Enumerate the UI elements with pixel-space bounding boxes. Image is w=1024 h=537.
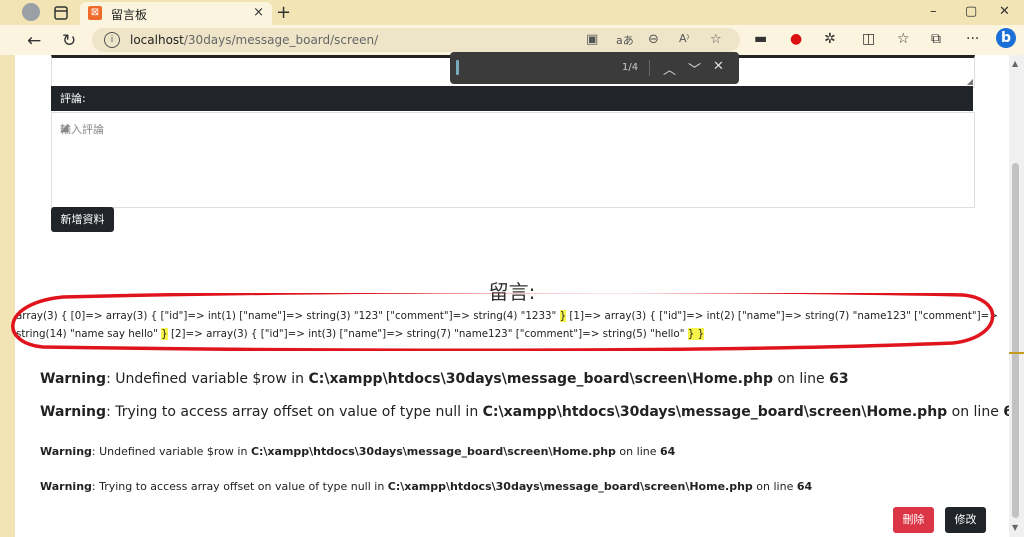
dump-text: [2]=> array(3) { ["id"]=> int(3) ["name"…: [167, 328, 688, 340]
find-divider: [649, 60, 650, 76]
warning-message: : Trying to access array offset on value…: [106, 404, 483, 420]
site-info-icon[interactable]: i: [104, 32, 120, 48]
url-host: localhost: [130, 33, 184, 47]
zoom-icon[interactable]: ⊖: [648, 32, 659, 47]
var-dump-output: array(3) { [0]=> array(3) { ["id"]=> int…: [16, 307, 1006, 343]
close-window-button[interactable]: ✕: [999, 4, 1010, 19]
profile-avatar[interactable]: [22, 3, 40, 21]
translate-icon[interactable]: aあ: [616, 32, 634, 48]
warning-label: Warning: [40, 404, 107, 420]
xampp-favicon-icon: ⊠: [88, 6, 102, 20]
find-match-count: 1/4: [622, 62, 639, 73]
warning-line-text: on line: [615, 445, 660, 458]
find-match-marker: [1009, 352, 1024, 354]
warning-message: : Undefined variable $row in: [106, 371, 309, 387]
scroll-down-icon[interactable]: ▼: [1012, 523, 1018, 532]
warning-message: : Undefined variable $row in: [91, 445, 251, 458]
warning-line-text: on line: [947, 404, 1004, 420]
extension-icon[interactable]: ▬: [754, 31, 767, 47]
add-data-button[interactable]: 新增資料: [51, 207, 114, 232]
page-scrollbar[interactable]: ▲ ▼: [1009, 55, 1024, 537]
back-arrow-icon[interactable]: ←: [27, 31, 41, 51]
find-previous-icon[interactable]: ︿: [663, 59, 676, 78]
warning-line-text: on line: [773, 371, 830, 387]
url-text[interactable]: localhost/30days/message_board/screen/: [130, 33, 378, 47]
more-menu-icon[interactable]: ···: [966, 31, 979, 47]
scroll-up-icon[interactable]: ▲: [1012, 59, 1018, 68]
find-highlight: } }: [687, 328, 705, 340]
warning-file: C:\xampp\htdocs\30days\message_board\scr…: [482, 404, 948, 420]
comment-label: 評論:: [51, 86, 973, 111]
warning-label: Warning: [40, 445, 92, 458]
warning-file: C:\xampp\htdocs\30days\message_board\scr…: [308, 371, 774, 387]
warning-file: C:\xampp\htdocs\30days\message_board\scr…: [250, 445, 616, 458]
page-content: ◢ 評論: 輸入評論 ◢ 新增資料 留言: array(3) { [0]=> a…: [15, 55, 1009, 537]
warning-label: Warning: [40, 480, 92, 493]
collections-icon[interactable]: ⧉: [931, 31, 941, 47]
title-bar: ⊠ 留言板 × + – ▢ ✕: [0, 0, 1024, 25]
resize-grip-icon[interactable]: ◢: [60, 121, 973, 206]
address-toolbar: ← ↻ i localhost/30days/message_board/scr…: [0, 25, 1024, 55]
warning-line: 64: [796, 480, 813, 493]
read-aloud-icon[interactable]: A⁾: [679, 32, 689, 45]
new-tab-button[interactable]: +: [276, 2, 291, 23]
scrollbar-thumb[interactable]: [1012, 163, 1019, 518]
warning-label: Warning: [40, 371, 107, 387]
find-close-icon[interactable]: ✕: [713, 59, 724, 74]
maximize-button[interactable]: ▢: [965, 4, 977, 19]
minimize-button[interactable]: –: [930, 4, 937, 19]
refresh-icon[interactable]: ↻: [62, 31, 76, 51]
warning-line: 64: [659, 445, 676, 458]
app-available-icon[interactable]: ▣: [586, 32, 598, 47]
favorites-icon[interactable]: ☆: [897, 31, 910, 47]
warning-line-text: on line: [752, 480, 797, 493]
opera-extension-icon[interactable]: ●: [790, 31, 802, 47]
warning-message: : Trying to access array offset on value…: [91, 480, 388, 493]
comment-textarea[interactable]: 輸入評論 ◢: [51, 112, 975, 208]
tab-title: 留言板: [111, 8, 148, 22]
resize-grip-icon[interactable]: ◢: [967, 77, 973, 86]
find-input[interactable]: [456, 60, 459, 75]
warning-line: 63: [829, 371, 849, 387]
extensions-puzzle-icon[interactable]: ✲: [824, 31, 836, 47]
bing-copilot-icon[interactable]: b: [996, 28, 1016, 48]
split-screen-icon[interactable]: ◫: [862, 31, 875, 47]
edit-button[interactable]: 修改: [945, 507, 986, 533]
browser-tab[interactable]: ⊠ 留言板 ×: [80, 2, 272, 25]
address-bar[interactable]: i localhost/30days/message_board/screen/…: [92, 28, 740, 52]
url-path: /30days/message_board/screen/: [183, 33, 379, 47]
comment-label-text: 評論:: [60, 92, 86, 105]
dump-text: array(3) { [0]=> array(3) { ["id"]=> int…: [16, 310, 560, 322]
find-next-icon[interactable]: ﹀: [688, 59, 701, 78]
php-warning: Warning: Undefined variable $row in C:\x…: [40, 371, 849, 387]
favorite-star-icon[interactable]: ☆: [710, 32, 722, 47]
messages-heading: 留言:: [488, 280, 536, 304]
find-bar: 1/4 ︿ ﹀ ✕: [450, 52, 739, 84]
php-warning: Warning: Undefined variable $row in C:\x…: [40, 445, 675, 458]
php-warning: Warning: Trying to access array offset o…: [40, 480, 812, 493]
tab-close-icon[interactable]: ×: [253, 5, 264, 20]
php-warning: Warning: Trying to access array offset o…: [40, 404, 1009, 420]
warning-file: C:\xampp\htdocs\30days\message_board\scr…: [387, 480, 753, 493]
tab-actions-icon[interactable]: [51, 3, 71, 23]
delete-button[interactable]: 刪除: [893, 507, 934, 533]
